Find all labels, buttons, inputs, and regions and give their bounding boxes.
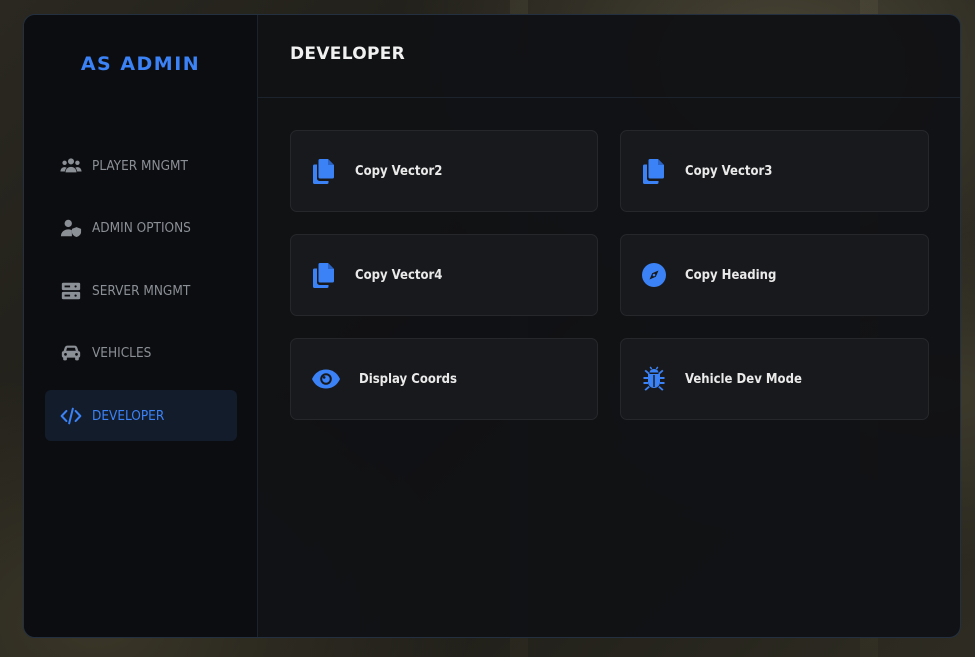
eye-icon [311,366,341,392]
copy-vector3-button[interactable]: Copy Vector3 [620,130,929,212]
page-title: DEVELOPER [290,43,406,64]
display-coords-button[interactable]: Display Coords [290,338,598,420]
sidebar-item-player-mngmt[interactable]: PLAYER MNGMT [45,140,237,191]
sidebar: AS ADMIN PLAYER MNGMT ADMIN OPTIONS SERV… [24,15,258,637]
action-grid: Copy Vector2 Copy Vector3 Copy Vector4 C… [290,130,929,420]
copy-vector2-button[interactable]: Copy Vector2 [290,130,598,212]
code-icon [59,406,83,426]
copy-icon [311,158,337,184]
copy-icon [311,262,337,288]
sidebar-item-developer[interactable]: DEVELOPER [45,390,237,441]
compass-icon [641,262,667,288]
card-label: Copy Vector2 [355,163,443,179]
admin-panel: AS ADMIN PLAYER MNGMT ADMIN OPTIONS SERV… [23,14,961,638]
server-icon [59,281,83,301]
card-label: Vehicle Dev Mode [685,371,802,387]
sidebar-item-label: ADMIN OPTIONS [92,220,191,236]
card-label: Copy Vector3 [685,163,773,179]
sidebar-item-label: PLAYER MNGMT [92,157,188,174]
sidebar-item-label: VEHICLES [92,345,152,361]
card-label: Copy Heading [685,267,777,283]
card-label: Display Coords [359,371,458,387]
main-content: DEVELOPER Copy Vector2 Copy Vector3 Copy [258,15,960,637]
copy-heading-button[interactable]: Copy Heading [620,234,929,316]
sidebar-item-label: DEVELOPER [92,407,165,424]
vehicle-dev-mode-button[interactable]: Vehicle Dev Mode [620,338,929,420]
users-icon [59,156,83,176]
car-icon [59,343,83,363]
sidebar-item-server-mngmt[interactable]: SERVER MNGMT [45,265,237,316]
sidebar-item-label: SERVER MNGMT [92,282,191,299]
user-shield-icon [59,218,83,238]
brand-title: AS ADMIN [80,53,201,75]
sidebar-nav: PLAYER MNGMT ADMIN OPTIONS SERVER MNGMT … [45,140,237,453]
card-label: Copy Vector4 [355,267,443,283]
sidebar-item-admin-options[interactable]: ADMIN OPTIONS [45,203,237,254]
copy-vector4-button[interactable]: Copy Vector4 [290,234,598,316]
content-header: DEVELOPER [258,15,960,98]
sidebar-item-vehicles[interactable]: VEHICLES [45,328,237,379]
bug-icon [641,366,667,392]
copy-icon [641,158,667,184]
